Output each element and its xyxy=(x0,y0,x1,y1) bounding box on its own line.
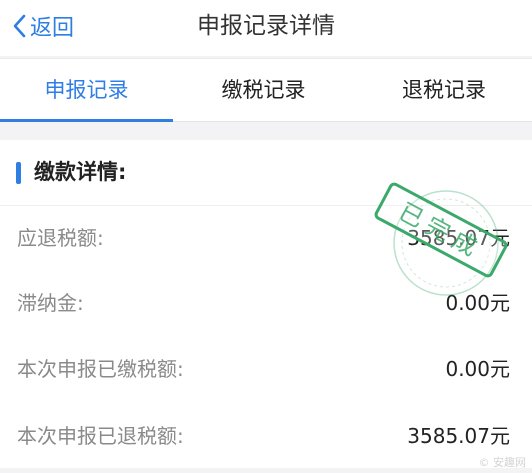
section-accent-bar xyxy=(16,162,21,184)
tab-bar: 申报记录 缴税记录 退税记录 xyxy=(0,58,532,122)
active-tab-indicator xyxy=(0,119,173,122)
section-title: 缴款详情: xyxy=(34,160,127,184)
detail-row-refunded-tax: 本次申报已退税额: 3585.07元 xyxy=(0,404,532,468)
back-button[interactable]: 返回 xyxy=(12,8,74,44)
detail-row-late-fee: 滞纳金: 0.00元 xyxy=(0,271,532,335)
payment-details-card: 缴款详情: 应退税额: 3585.07元 滞纳金: 0.00元 本次申报已缴税额… xyxy=(0,140,532,468)
detail-value: 3585.07元 xyxy=(407,226,510,250)
tab-tax-payment-records[interactable]: 缴税记录 xyxy=(177,59,350,121)
tab-tax-refund-records[interactable]: 退税记录 xyxy=(356,59,532,121)
detail-value: 0.00元 xyxy=(445,291,510,315)
detail-value: 0.00元 xyxy=(445,357,510,381)
page: 返回 申报记录详情 申报记录 缴税记录 退税记录 缴款详情: 应退税额: 358… xyxy=(0,0,532,473)
detail-row-refund-amount: 应退税额: 3585.07元 xyxy=(0,206,532,270)
detail-label: 滞纳金: xyxy=(17,291,84,315)
page-title: 申报记录详情 xyxy=(197,13,335,39)
watermark-text: © 安趣网 xyxy=(478,456,527,469)
detail-label: 本次申报已退税额: xyxy=(17,424,184,448)
section-header: 缴款详情: xyxy=(0,140,532,206)
detail-label: 应退税额: xyxy=(17,226,104,250)
detail-label: 本次申报已缴税额: xyxy=(17,357,184,381)
top-nav-bar: 返回 申报记录详情 xyxy=(0,0,532,56)
chevron-left-icon xyxy=(12,14,30,38)
tab-declaration-records[interactable]: 申报记录 xyxy=(0,59,173,121)
detail-row-paid-tax: 本次申报已缴税额: 0.00元 xyxy=(0,337,532,401)
back-button-label: 返回 xyxy=(30,16,75,41)
